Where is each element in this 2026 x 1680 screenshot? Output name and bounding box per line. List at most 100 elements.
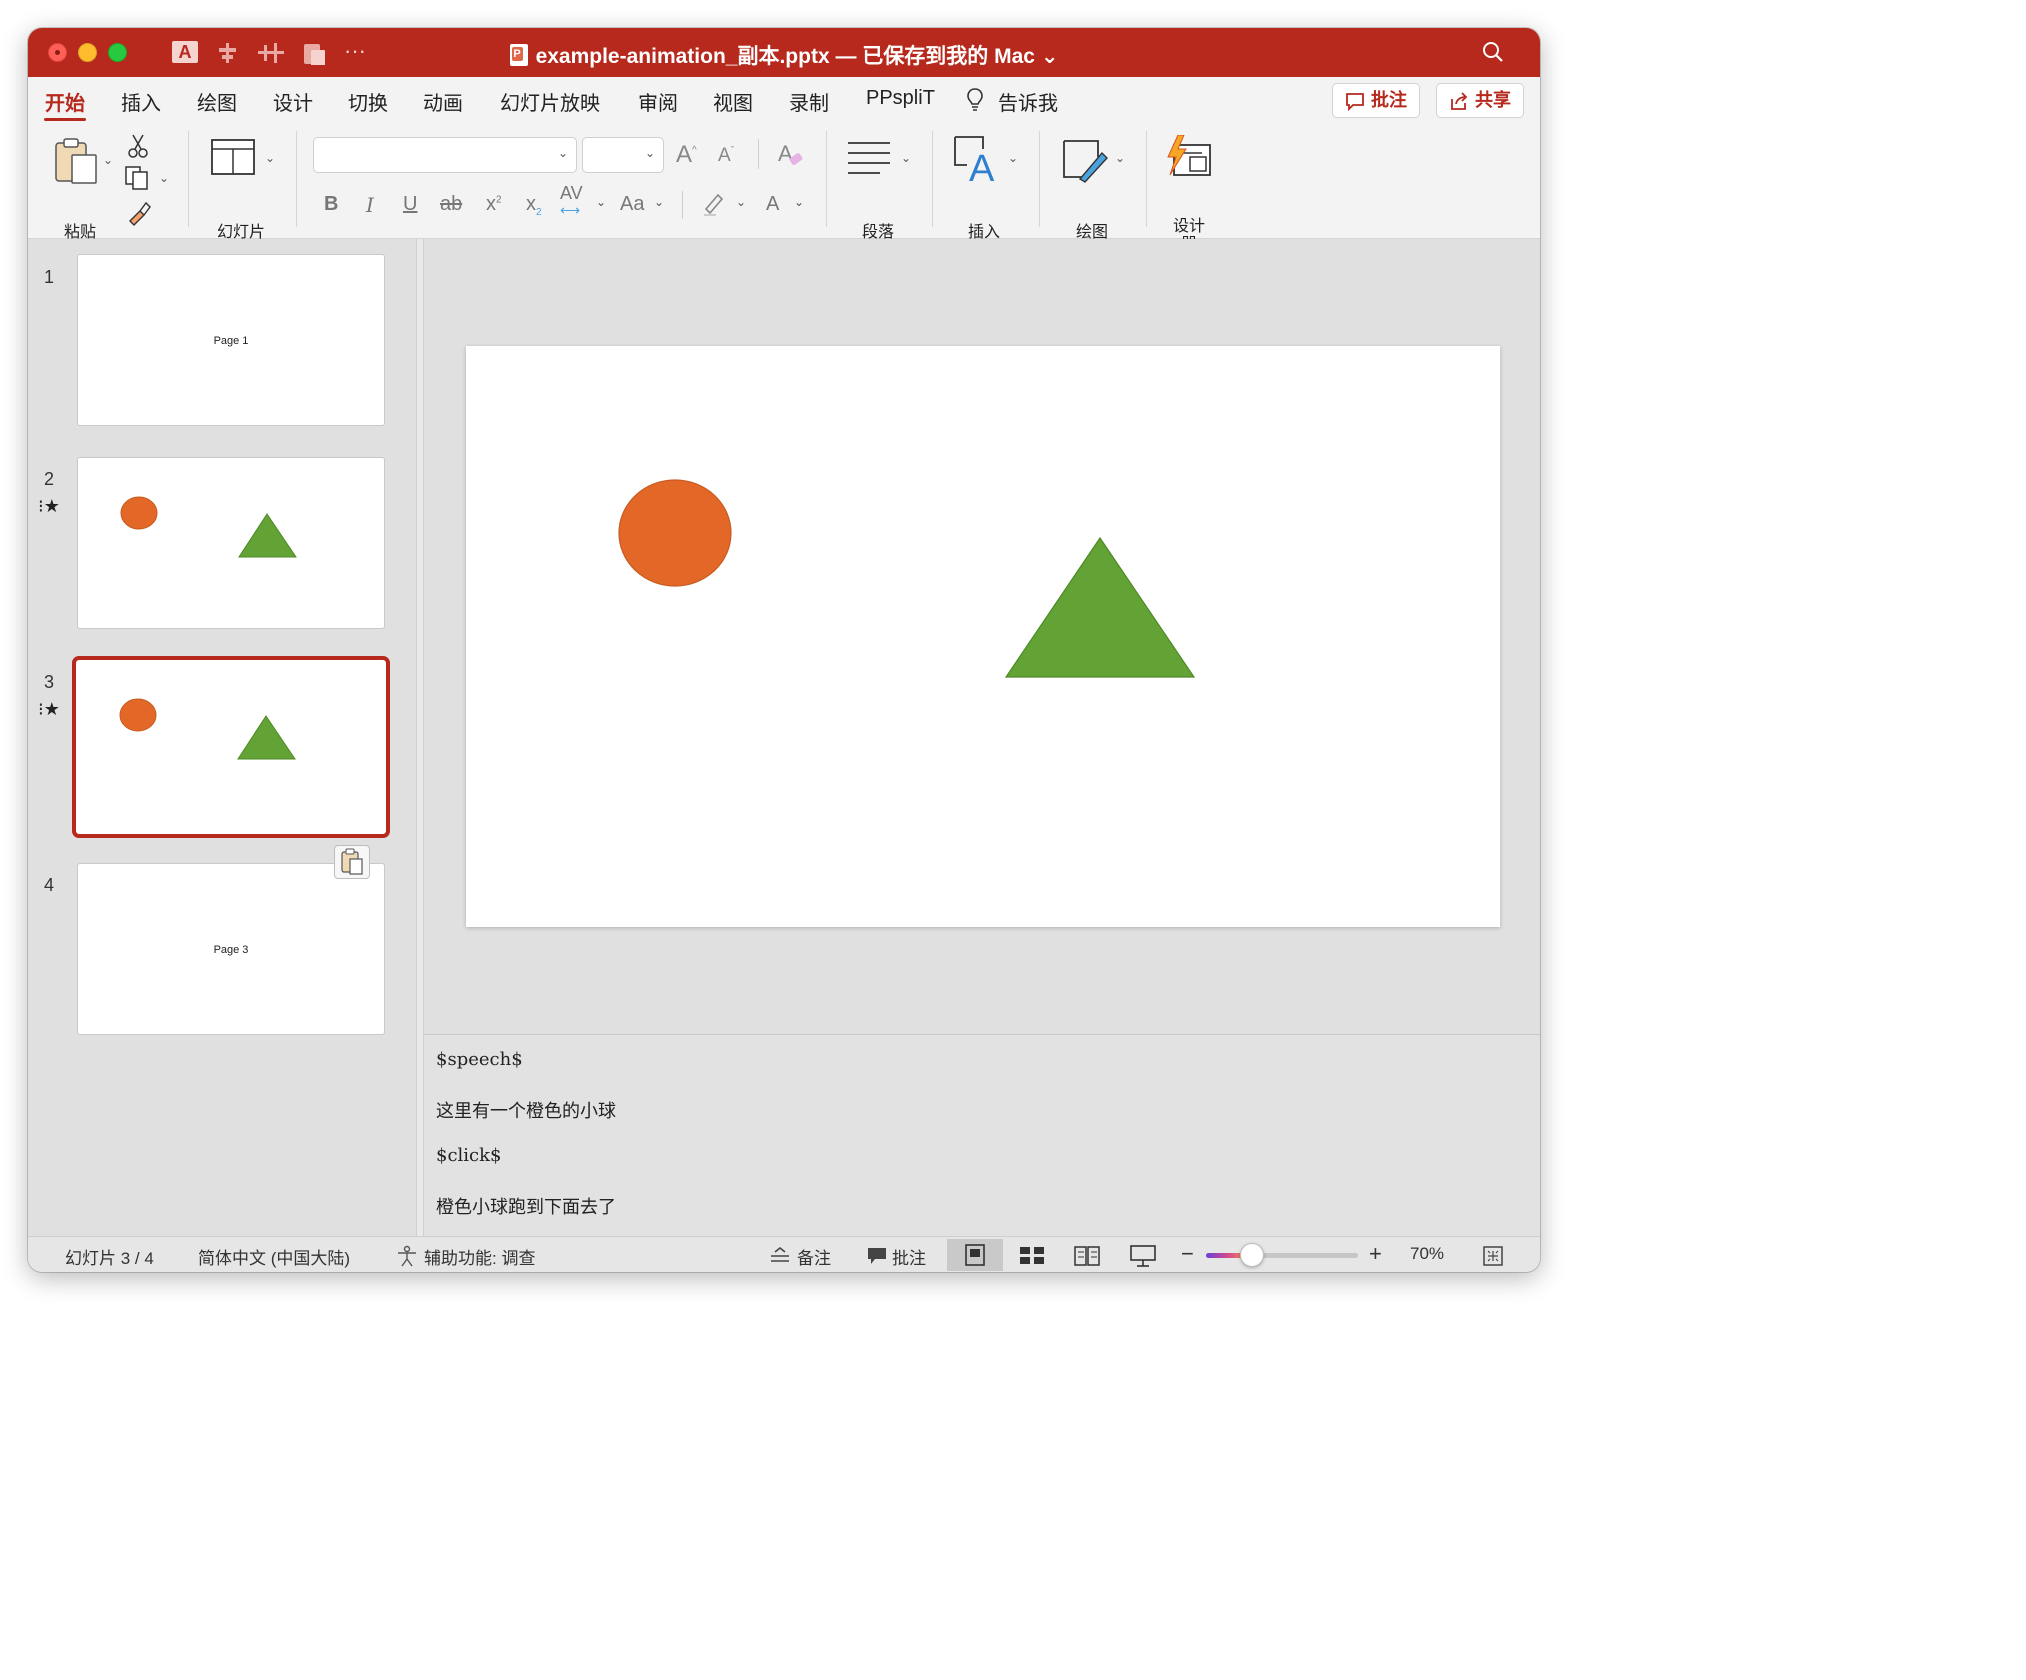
- shrink-font-button[interactable]: Aˇ: [718, 145, 734, 167]
- slide-thumbnail-2[interactable]: [77, 457, 385, 629]
- draw-dropdown-icon[interactable]: ⌄: [1115, 151, 1125, 165]
- font-name-select[interactable]: ⌄: [313, 137, 577, 173]
- paragraph-dropdown-icon[interactable]: ⌄: [901, 151, 911, 165]
- font-color-button[interactable]: A: [766, 193, 779, 216]
- slide-layout-icon[interactable]: [211, 139, 255, 175]
- notes-icon[interactable]: [769, 1246, 791, 1266]
- tab-view[interactable]: 视图: [713, 87, 753, 116]
- paste-dropdown-icon[interactable]: ⌄: [103, 153, 113, 167]
- ribbon-separator: [932, 131, 933, 227]
- slide-thumbnail-3[interactable]: [72, 656, 390, 838]
- language-status[interactable]: 简体中文 (中国大陆): [198, 1244, 350, 1269]
- subscript-button[interactable]: x2: [526, 193, 542, 218]
- slide-number: 2: [44, 469, 55, 489]
- green-triangle[interactable]: [1004, 536, 1196, 678]
- draw-shapes-icon[interactable]: [1060, 135, 1110, 185]
- paste-options-icon[interactable]: [334, 845, 370, 879]
- copy-dropdown-icon[interactable]: ⌄: [159, 171, 169, 185]
- ribbon-separator: [188, 131, 189, 227]
- paragraph-align-icon[interactable]: [846, 139, 892, 179]
- search-icon[interactable]: [1482, 41, 1504, 63]
- tab-slideshow[interactable]: 幻灯片放映: [500, 87, 600, 116]
- highlighter-dropdown-icon[interactable]: ⌄: [736, 195, 746, 209]
- comment-icon[interactable]: [866, 1246, 888, 1266]
- normal-view-button[interactable]: [947, 1239, 1003, 1271]
- zoom-out-button[interactable]: −: [1181, 1241, 1194, 1267]
- paste-icon[interactable]: [52, 135, 102, 187]
- window-title[interactable]: example-animation_副本.pptx — 已保存到我的 Mac ⌄: [28, 40, 1540, 70]
- slide-position: 幻灯片 3 / 4: [65, 1249, 154, 1268]
- thumbnail-text: Page 1: [213, 335, 249, 347]
- comment-icon: [1346, 93, 1364, 111]
- panel-splitter[interactable]: [416, 239, 424, 1236]
- font-size-select[interactable]: ⌄: [582, 137, 664, 173]
- green-triangle-shape: [238, 513, 297, 558]
- tab-tell-me[interactable]: 告诉我: [998, 87, 1058, 116]
- comments-status-button[interactable]: 批注: [892, 1244, 926, 1269]
- share-button[interactable]: 共享: [1436, 83, 1524, 118]
- pptx-file-icon: [509, 44, 528, 66]
- scissors-icon[interactable]: [126, 133, 150, 159]
- lightbulb-icon: [967, 88, 983, 111]
- tab-insert[interactable]: 插入: [121, 87, 161, 116]
- character-spacing-button[interactable]: AV ⟷: [560, 184, 583, 218]
- orange-ball-shape: [119, 698, 157, 732]
- speaker-notes-pane[interactable]: $speech$ 这里有一个橙色的小球 $click$ 橙色小球跑到下面去了: [424, 1034, 1540, 1236]
- tab-ppsplit[interactable]: PPspliT: [866, 87, 935, 110]
- tab-review[interactable]: 审阅: [638, 87, 678, 116]
- ribbon-separator: [1146, 131, 1147, 227]
- clear-formatting-icon[interactable]: A: [776, 139, 804, 169]
- comments-button[interactable]: 批注: [1332, 83, 1420, 118]
- case-dropdown-icon[interactable]: ⌄: [654, 195, 664, 209]
- tab-design[interactable]: 设计: [273, 87, 313, 116]
- accessibility-icon[interactable]: [396, 1245, 418, 1267]
- orange-ball-shape: [120, 496, 158, 530]
- note-line: 这里有一个橙色的小球: [436, 1101, 616, 1122]
- insert-textbox-icon[interactable]: A: [953, 135, 999, 183]
- slide-dropdown-icon[interactable]: ⌄: [265, 151, 275, 165]
- share-icon: [1451, 92, 1468, 110]
- ribbon-separator: [682, 191, 683, 219]
- italic-button[interactable]: I: [366, 193, 374, 217]
- reading-view-button[interactable]: [1059, 1239, 1115, 1271]
- designer-icon[interactable]: [1164, 135, 1214, 181]
- green-triangle-shape: [237, 715, 296, 760]
- grow-font-button[interactable]: A^: [676, 141, 697, 169]
- tab-transitions[interactable]: 切换: [348, 87, 388, 116]
- underline-button[interactable]: U: [403, 193, 417, 216]
- highlighter-icon[interactable]: [702, 189, 728, 217]
- slide-number: 4: [44, 875, 55, 895]
- copy-icon[interactable]: [124, 165, 152, 191]
- insert-dropdown-icon[interactable]: ⌄: [1008, 151, 1018, 165]
- tab-draw[interactable]: 绘图: [197, 87, 237, 116]
- ribbon-tabs: 开始 插入 绘图 设计 切换 动画 幻灯片放映 审阅 视图 录制 PPspliT…: [28, 77, 1540, 123]
- slide-sorter-view-button[interactable]: [1004, 1239, 1060, 1271]
- accessibility-status[interactable]: 辅助功能: 调查: [424, 1244, 535, 1269]
- fit-to-window-icon[interactable]: [1482, 1245, 1504, 1267]
- change-case-button[interactable]: Aa: [620, 193, 644, 216]
- zoom-in-button[interactable]: +: [1369, 1241, 1382, 1267]
- orange-ball[interactable]: [618, 479, 732, 587]
- ribbon-separator: [1039, 131, 1040, 227]
- slide-thumbnail-4[interactable]: Page 3: [77, 863, 385, 1035]
- zoom-slider-knob[interactable]: [1239, 1243, 1264, 1267]
- slide-number: 3: [44, 672, 55, 692]
- ribbon-home: ⌄ 粘贴 ⌄ ⌄ 幻灯片 ⌄ ⌄ A^ Aˇ A B I U ab x2 x2 …: [28, 123, 1540, 253]
- superscript-button[interactable]: x2: [486, 193, 502, 216]
- zoom-level[interactable]: 70%: [1410, 1244, 1444, 1264]
- zoom-slider[interactable]: [1206, 1243, 1358, 1267]
- tab-home[interactable]: 开始: [45, 87, 85, 116]
- format-painter-icon[interactable]: [126, 199, 152, 227]
- slideshow-view-button[interactable]: [1115, 1239, 1171, 1271]
- slide-thumbnail-panel: 1 Page 1 2 ⁝★ 3 ⁝★ 4 Page 3: [28, 239, 416, 1236]
- tab-animations[interactable]: 动画: [423, 87, 463, 116]
- tab-record[interactable]: 录制: [789, 87, 829, 116]
- strikethrough-button[interactable]: ab: [440, 193, 462, 216]
- font-color-dropdown-icon[interactable]: ⌄: [794, 195, 804, 209]
- slide-thumbnail-1[interactable]: Page 1: [77, 254, 385, 426]
- current-slide-canvas[interactable]: [466, 346, 1500, 927]
- spacing-dropdown-icon[interactable]: ⌄: [596, 195, 606, 209]
- notes-button[interactable]: 备注: [797, 1244, 831, 1269]
- bold-button[interactable]: B: [324, 193, 338, 216]
- note-line: 橙色小球跑到下面去了: [436, 1197, 616, 1218]
